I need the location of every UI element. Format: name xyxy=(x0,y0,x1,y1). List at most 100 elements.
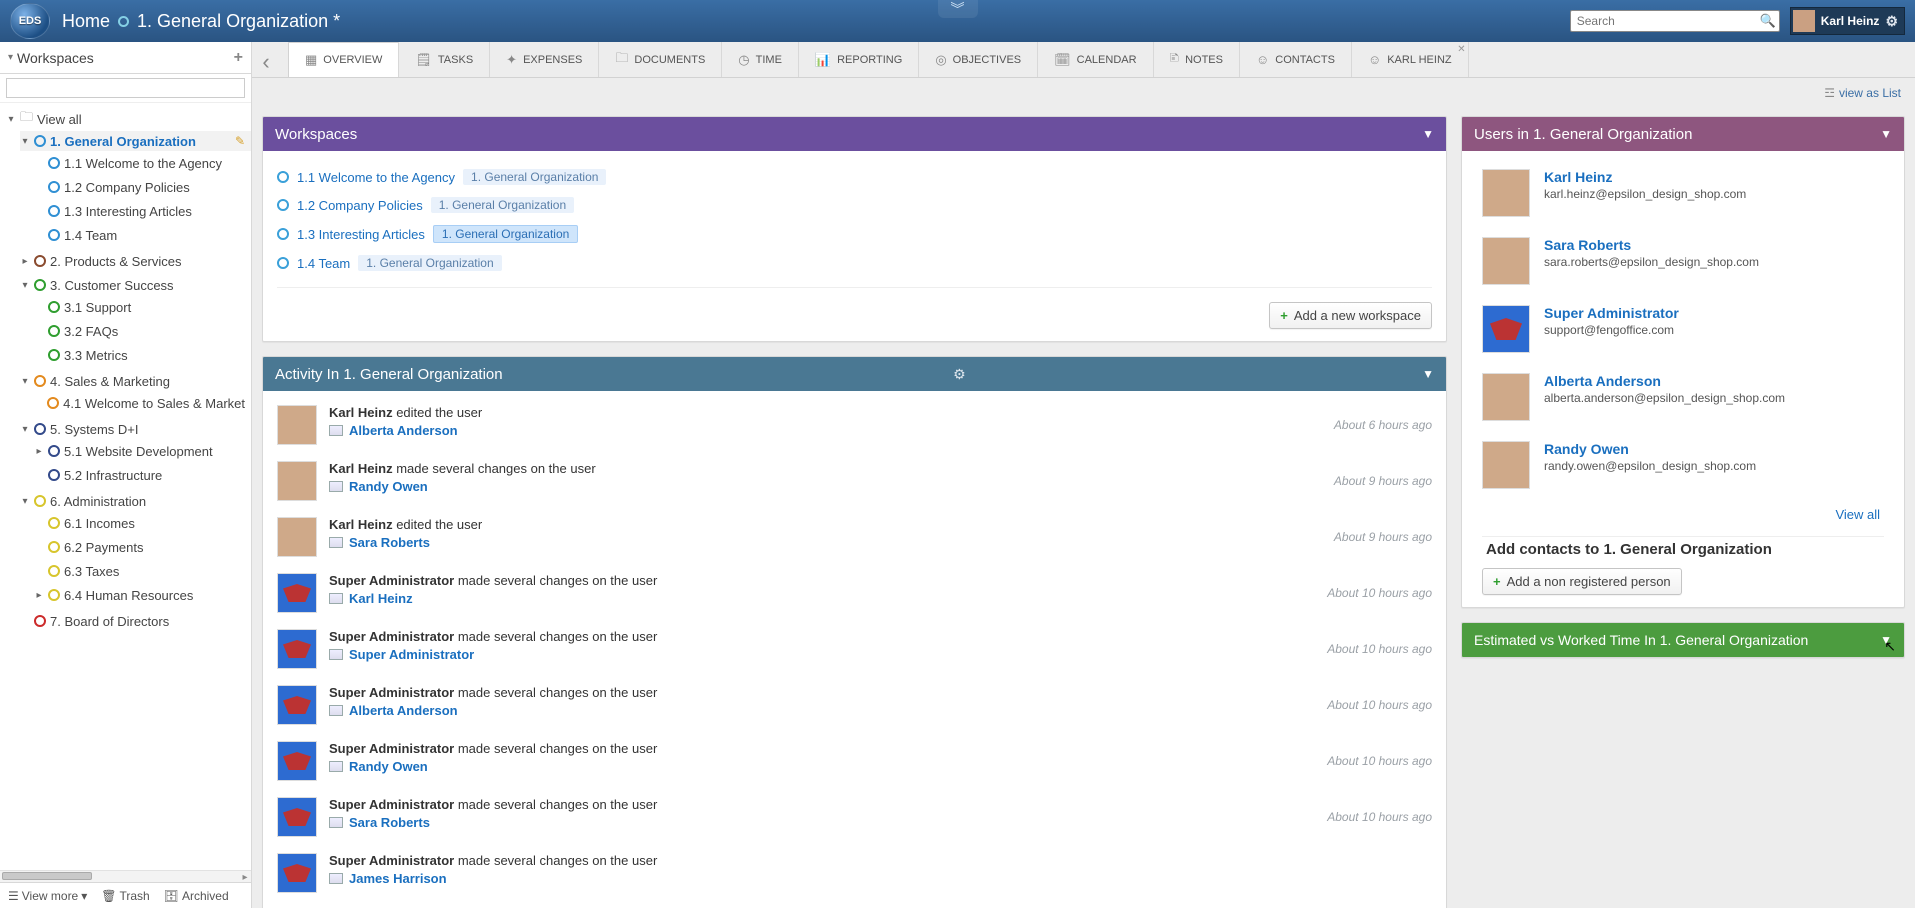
avatar[interactable] xyxy=(1482,237,1530,285)
tree-item[interactable]: 3.3 Metrics xyxy=(34,343,251,367)
avatar[interactable] xyxy=(277,685,317,725)
breadcrumb-current[interactable]: 1. General Organization * xyxy=(137,11,340,32)
workspace-item[interactable]: 1.2 Company Policies 1. General Organizat… xyxy=(277,191,1432,219)
scroll-right-icon[interactable]: ▸ xyxy=(239,871,251,883)
user-item[interactable]: Randy Owenrandy.owen@epsilon_design_shop… xyxy=(1482,431,1884,499)
expand-icon[interactable]: ▾ xyxy=(20,424,30,435)
tree-item[interactable]: 6.3 Taxes xyxy=(34,559,251,583)
activity-target-link[interactable]: Sara Roberts xyxy=(349,815,430,830)
workspace-tag[interactable]: 1. General Organization xyxy=(431,197,574,213)
expand-top-handle[interactable]: ︾ xyxy=(938,0,978,18)
close-icon[interactable]: ✕ xyxy=(1457,44,1465,55)
breadcrumb-home[interactable]: Home xyxy=(62,11,110,32)
user-item[interactable]: Karl Heinzkarl.heinz@epsilon_design_shop… xyxy=(1482,159,1884,227)
expand-icon[interactable]: ▾ xyxy=(20,136,30,147)
tree-item[interactable]: ▸5.1 Website Development xyxy=(34,439,251,463)
avatar[interactable] xyxy=(277,573,317,613)
tab-tasks[interactable]: 🗒TASKS xyxy=(399,42,490,77)
tree-item[interactable]: 3.2 FAQs xyxy=(34,319,251,343)
workspace-item[interactable]: 1.4 Team1. General Organization xyxy=(277,249,1432,277)
pencil-icon[interactable]: ✎ xyxy=(235,134,245,148)
activity-target-link[interactable]: Randy Owen xyxy=(349,759,428,774)
expand-icon[interactable]: ▾ xyxy=(20,280,30,291)
tab-objectives[interactable]: ◎OBJECTIVES xyxy=(919,42,1038,77)
avatar[interactable] xyxy=(277,461,317,501)
tree-item[interactable]: 1.1 Welcome to the Agency xyxy=(34,151,251,175)
add-non-registered-person-button[interactable]: + Add a non registered person xyxy=(1482,568,1682,595)
user-name-link[interactable]: Karl Heinz xyxy=(1544,169,1746,185)
workspace-tag[interactable]: 1. General Organization xyxy=(433,225,578,243)
tree-item[interactable]: 6.1 Incomes xyxy=(34,511,251,535)
expand-icon[interactable]: ▸ xyxy=(20,256,30,267)
workspace-item[interactable]: 1.3 Interesting Articles 1. General Organ… xyxy=(277,219,1432,249)
user-menu[interactable]: Karl Heinz ⚙ xyxy=(1790,7,1905,35)
workspace-link[interactable]: 1.2 Company Policies xyxy=(297,198,423,213)
tree-item[interactable]: 4.1 Welcome to Sales & Market xyxy=(34,391,251,415)
app-logo[interactable]: EDS xyxy=(10,3,50,39)
activity-target-link[interactable]: James Harrison xyxy=(349,871,447,886)
user-item[interactable]: Super Administratorsupport@fengoffice.co… xyxy=(1482,295,1884,363)
workspace-link[interactable]: 1.3 Interesting Articles xyxy=(297,227,425,242)
view-as-list-link[interactable]: ☲ view as List xyxy=(262,86,1905,102)
tab-expenses[interactable]: ✦EXPENSES xyxy=(490,42,599,77)
archived-button[interactable]: 🗄 Archived xyxy=(164,889,229,903)
tree-item[interactable]: ▾3. Customer Success3.1 Support3.2 FAQs3… xyxy=(20,273,251,369)
workspace-tag[interactable]: 1. General Organization xyxy=(463,169,606,185)
sidebar-filter-input[interactable] xyxy=(6,78,245,98)
avatar[interactable] xyxy=(277,629,317,669)
workspaces-panel-header[interactable]: Workspaces ▼ xyxy=(263,117,1446,151)
scroll-thumb[interactable] xyxy=(2,872,92,880)
activity-target-link[interactable]: Alberta Anderson xyxy=(349,423,458,438)
caret-down-icon[interactable]: ▼ xyxy=(1422,367,1434,381)
avatar[interactable] xyxy=(277,517,317,557)
view-more-button[interactable]: ☰ View more▾ xyxy=(8,889,87,903)
tab-karl-heinz[interactable]: ☺KARL HEINZ✕ xyxy=(1352,42,1469,77)
user-name-link[interactable]: Randy Owen xyxy=(1544,441,1756,457)
tab-contacts[interactable]: ☺CONTACTS xyxy=(1240,42,1352,77)
activity-target-link[interactable]: Super Administrator xyxy=(349,647,474,662)
tree-item[interactable]: 1.4 Team xyxy=(34,223,251,247)
user-name-link[interactable]: Alberta Anderson xyxy=(1544,373,1785,389)
tree-item[interactable]: ▾5. Systems D+I▸5.1 Website Development5… xyxy=(20,417,251,489)
tree-item[interactable]: ▾1. General Organization✎1.1 Welcome to … xyxy=(20,129,251,249)
avatar[interactable] xyxy=(1482,169,1530,217)
trash-button[interactable]: 🗑 Trash xyxy=(101,889,149,903)
expand-icon[interactable]: ▸ xyxy=(34,590,44,601)
tab-overview[interactable]: ▦OVERVIEW xyxy=(288,42,399,77)
avatar[interactable] xyxy=(1482,441,1530,489)
avatar[interactable] xyxy=(277,853,317,893)
workspace-link[interactable]: 1.1 Welcome to the Agency xyxy=(297,170,455,185)
tab-documents[interactable]: 🗀DOCUMENTS xyxy=(599,42,722,77)
workspace-link[interactable]: 1.4 Team xyxy=(297,256,350,271)
tree-item[interactable]: ▸6.4 Human Resources xyxy=(34,583,251,607)
search-input[interactable] xyxy=(1570,10,1780,32)
expand-icon[interactable]: ▸ xyxy=(34,446,44,457)
tree-item[interactable]: 1.2 Company Policies xyxy=(34,175,251,199)
tab-notes[interactable]: 🗈NOTES xyxy=(1154,42,1240,77)
tree-item[interactable]: ▸2. Products & Services xyxy=(20,249,251,273)
avatar[interactable] xyxy=(1482,305,1530,353)
avatar[interactable] xyxy=(277,405,317,445)
tree-view-all[interactable]: ▾🗀View all ▾1. General Organization✎1.1 … xyxy=(6,107,251,635)
caret-down-icon[interactable]: ▼ xyxy=(1880,127,1892,141)
avatar[interactable] xyxy=(277,741,317,781)
user-item[interactable]: Alberta Andersonalberta.anderson@epsilon… xyxy=(1482,363,1884,431)
user-item[interactable]: Sara Robertssara.roberts@epsilon_design_… xyxy=(1482,227,1884,295)
gear-icon[interactable]: ⚙ xyxy=(1885,13,1898,30)
activity-target-link[interactable]: Sara Roberts xyxy=(349,535,430,550)
search-icon[interactable]: 🔍 xyxy=(1760,13,1776,29)
sidebar-collapse-button[interactable]: ‹ xyxy=(252,48,280,76)
tree-item[interactable]: 7. Board of Directors xyxy=(20,609,251,633)
add-workspace-button[interactable]: +Add a new workspace xyxy=(1269,302,1432,329)
tab-reporting[interactable]: 📊REPORTING xyxy=(799,42,919,77)
avatar[interactable] xyxy=(277,797,317,837)
tree-item[interactable]: 5.2 Infrastructure xyxy=(34,463,251,487)
tree-item[interactable]: 3.1 Support xyxy=(34,295,251,319)
activity-target-link[interactable]: Karl Heinz xyxy=(349,591,413,606)
tab-time[interactable]: ◷TIME xyxy=(722,42,799,77)
users-panel-header[interactable]: Users in 1. General Organization ▼ xyxy=(1462,117,1904,151)
add-workspace-icon[interactable]: + xyxy=(234,49,243,67)
activity-target-link[interactable]: Alberta Anderson xyxy=(349,703,458,718)
workspace-item[interactable]: 1.1 Welcome to the Agency 1. General Orga… xyxy=(277,163,1432,191)
tree-item[interactable]: ▾4. Sales & Marketing4.1 Welcome to Sale… xyxy=(20,369,251,417)
